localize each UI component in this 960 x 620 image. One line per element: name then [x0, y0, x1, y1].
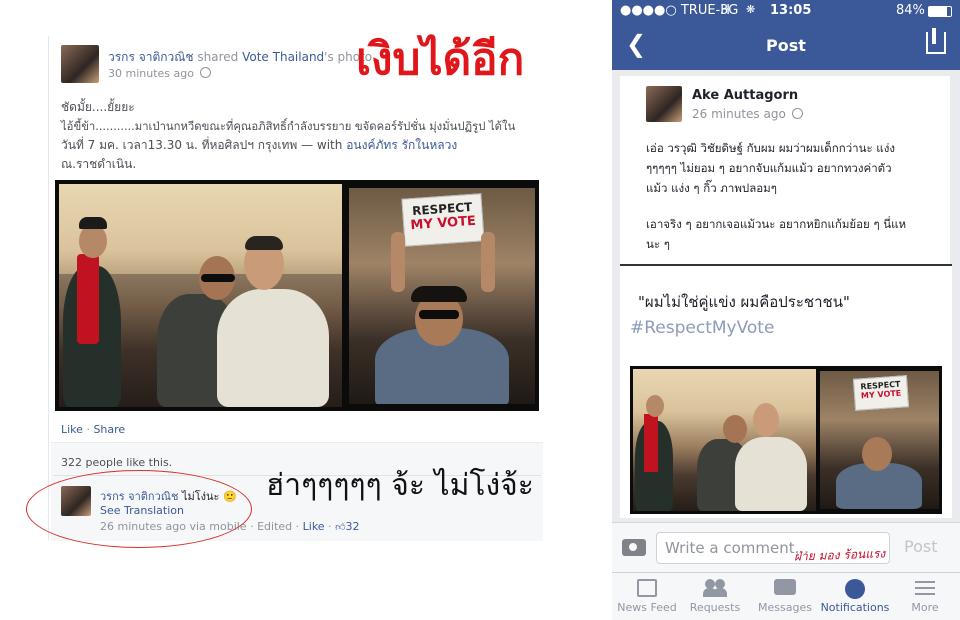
ake-post-body: เอ่อ วรวุฒิ วิชัยดิษฐ์ กับผม ผมว่าผมเด็ก…: [646, 138, 946, 254]
source-page-link[interactable]: Vote Thailand: [242, 50, 324, 64]
shared-photo[interactable]: RESPECT MY VOTE: [55, 180, 539, 411]
hashtag: #RespectMyVote: [630, 318, 775, 338]
meta-separator-3: ·: [328, 520, 332, 533]
post-body: ชัดมั้ย....ยั้ยยะ ไอ้ขี้ข้า...........มา…: [61, 98, 541, 174]
status-bar: ●●●●○ TRUE-H 3G ❋ 13:05 84%: [612, 0, 960, 22]
tab-requests[interactable]: Requests: [680, 579, 750, 614]
tab-notifications[interactable]: Notifications: [820, 579, 890, 614]
thumbs-up-icon: 👍︎: [335, 522, 346, 533]
menu-icon: [915, 579, 935, 597]
comment-like-count[interactable]: 32: [346, 520, 360, 533]
tab-requests-label: Requests: [689, 601, 741, 614]
comment-bar: Write a comment... Post: [612, 522, 960, 573]
ake-line-4: เอาจริง ๆ อยากเจอแม้วนะ อยากหยิกแก้มย้อย…: [646, 217, 907, 231]
comment-like-link[interactable]: Like: [303, 520, 325, 533]
post-timestamp[interactable]: 30 minutes ago: [108, 67, 212, 80]
tab-notifications-label: Notifications: [820, 601, 890, 614]
ake-line-3: แม้ว แง่ง ๆ กิ๊ว ภาพปลอมๆ: [646, 181, 777, 195]
post-actions: Like · Share: [61, 423, 125, 436]
person-1-head: [79, 224, 107, 258]
tab-more-label: More: [911, 601, 939, 614]
black-cap: [79, 217, 107, 229]
messages-icon: [774, 579, 796, 595]
ake-line-1: เอ่อ วรวุฒิ วิชัยดิษฐ์ กับผม ผมว่าผมเด็ก…: [646, 141, 895, 155]
ake-avatar[interactable]: [646, 86, 682, 122]
activity-spinner-icon: ❋: [746, 3, 756, 16]
action-separator: ·: [86, 423, 90, 436]
share-arrow: [932, 28, 936, 44]
post-line-1: ชัดมั้ย....ยั้ยยะ: [61, 100, 135, 114]
tab-bar: News Feed Requests Messages Notification…: [612, 572, 960, 620]
ake-post-time[interactable]: 26 minutes ago: [692, 107, 803, 121]
globe-icon: [791, 108, 803, 119]
post-line-4: ณ.ราชดำเนิน.: [61, 157, 137, 171]
overlay-title: เงิบได้อีก: [356, 34, 525, 85]
ake-line-2: ๆๆๆๆๆ ไม่ยอม ๆ อยากจับแก้มแม้ว อยากทวงค่…: [646, 161, 892, 175]
ake-line-5: นะ ๆ: [646, 237, 670, 251]
tab-news-feed-label: News Feed: [617, 601, 677, 614]
tab-messages[interactable]: Messages: [750, 579, 820, 614]
friend-requests-icon: [703, 579, 727, 597]
overlay-laugh-text: ฮ่าๆๆๆๆๆ จ้ะ ไม่โง่จ้ะ: [266, 468, 534, 503]
post-line-3: วันที่ 7 มค. เวลา13.30 น. ที่หอศิลปฯ กรุ…: [61, 136, 541, 155]
respect-my-vote-sign: RESPECT MY VOTE: [401, 193, 485, 247]
news-feed-icon: [637, 579, 657, 597]
meta-separator-1: ·: [250, 520, 254, 533]
post-comment-button[interactable]: Post: [904, 537, 937, 556]
nav-title: Post: [766, 36, 806, 55]
share-link[interactable]: Share: [93, 423, 125, 436]
signature-overlay: ฝ่าย มอง ร้อนแรง: [793, 546, 886, 564]
comment-placeholder: Write a comment...: [665, 539, 809, 557]
sunglasses: [201, 274, 235, 282]
post-line-3-text: วันที่ 7 มค. เวลา13.30 น. ที่หอศิลปฯ กรุ…: [61, 138, 343, 152]
photo-left-panel: [59, 184, 342, 407]
post-header: วรกร จาติกวณิช shared Vote Thailand's ph…: [108, 48, 376, 67]
globe-notifications-icon: [845, 579, 865, 599]
tab-messages-label: Messages: [758, 601, 812, 614]
shared-image-card[interactable]: "ผมไม่ใช่คู่แข่ง ผมคือประชาชน" #RespectM…: [620, 264, 952, 518]
phone-photo: RESPECT MY VOTE: [630, 366, 942, 514]
post-card: Ake Auttagorn 26 minutes ago เอ่อ วรวุฒิ…: [620, 76, 950, 266]
clock: 13:05: [770, 3, 812, 18]
battery-icon: [928, 6, 952, 17]
shared-quote: "ผมไม่ใช่คู่แข่ง ผมคือประชาชน": [638, 293, 850, 311]
meta-separator-2: ·: [295, 520, 300, 533]
tagged-user-link[interactable]: อนงค์ภัทร รักในหลวง: [346, 138, 457, 152]
battery-percent: 84%: [896, 3, 925, 18]
likes-count[interactable]: 322 people like this.: [61, 456, 172, 469]
post-line-2: ไอ้ขี้ข้า...........มาเป่านกหวีดขณะที่คุ…: [61, 120, 516, 133]
camera-icon[interactable]: [622, 539, 646, 556]
sunglasses-2: [419, 310, 459, 319]
edited-label[interactable]: Edited: [257, 520, 292, 533]
post-author-link[interactable]: วรกร จาติกวณิช: [108, 50, 194, 64]
phone-photo-left: [633, 369, 816, 511]
nav-bar: ❮ Post: [612, 22, 960, 70]
tab-news-feed[interactable]: News Feed: [612, 579, 682, 614]
post-time-text: 30 minutes ago: [108, 67, 194, 80]
phone-photo-right: RESPECT MY VOTE: [820, 371, 939, 509]
photo-right-panel: RESPECT MY VOTE: [349, 188, 535, 404]
highlight-circle: [26, 470, 252, 548]
red-scarf: [77, 254, 99, 344]
phone-screen: ●●●●○ TRUE-H 3G ❋ 13:05 84% ❮ Post Ake A…: [612, 0, 960, 620]
author-avatar[interactable]: [61, 45, 99, 83]
network-label: 3G: [720, 3, 739, 18]
person-3: [217, 289, 329, 407]
carrier-label: ●●●●○ TRUE-H: [620, 3, 731, 18]
share-icon[interactable]: [926, 32, 946, 54]
shared-label: shared: [197, 50, 239, 64]
ake-author-name[interactable]: Ake Auttagorn: [692, 88, 798, 103]
like-link[interactable]: Like: [61, 423, 83, 436]
phone-sign: RESPECT MY VOTE: [852, 375, 910, 411]
tab-more[interactable]: More: [890, 579, 960, 614]
ake-post-time-text: 26 minutes ago: [692, 107, 786, 121]
globe-icon: [200, 67, 212, 78]
